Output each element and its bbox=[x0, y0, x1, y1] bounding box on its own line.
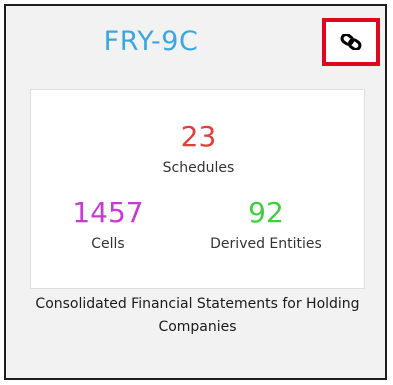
schedules-count: 23 bbox=[180, 120, 217, 153]
report-card[interactable]: FRY-9C 23 Schedules 1457 Cells 92 Derive… bbox=[4, 4, 387, 380]
stat-schedules: 23 Schedules bbox=[31, 120, 366, 176]
schedules-label: Schedules bbox=[162, 160, 235, 176]
derived-entities-label: Derived Entities bbox=[210, 236, 322, 252]
report-description: Consolidated Financial Statements for Ho… bbox=[35, 296, 360, 335]
cells-count: 1457 bbox=[72, 196, 144, 229]
report-title: FRY-9C bbox=[103, 26, 199, 57]
link-button[interactable] bbox=[322, 18, 380, 66]
link-icon bbox=[340, 34, 362, 50]
stats-panel: 23 Schedules 1457 Cells 92 Derived Entit… bbox=[30, 89, 365, 289]
cells-label: Cells bbox=[91, 236, 125, 252]
stat-derived-entities: 92 Derived Entities bbox=[191, 196, 341, 252]
stat-cells: 1457 Cells bbox=[53, 196, 163, 252]
derived-entities-count: 92 bbox=[248, 196, 284, 229]
